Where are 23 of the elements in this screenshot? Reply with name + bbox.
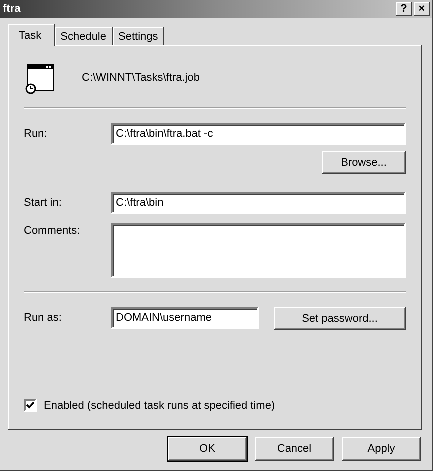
enabled-checkbox[interactable] [24,399,37,412]
enabled-label: Enabled (scheduled task runs at specified time) [44,400,276,412]
tab[interactable]: Schedule [54,27,112,45]
comments-label: Comments: [24,224,82,237]
dialog-button[interactable]: OK [168,437,247,461]
run-field[interactable]: C:\ftra\bin\ftra.bat -c [111,123,406,145]
dialog-button[interactable]: Cancel [255,437,334,461]
dialog-button[interactable]: Apply [342,437,421,461]
window-title: ftra [3,3,22,15]
task-file-path: C:\WINNT\Tasks\ftra.job [82,72,200,84]
set-password-button[interactable]: Set password... [274,307,406,330]
scheduled-task-icon [24,62,56,94]
run-as-label: Run as: [24,311,63,324]
start-in-field[interactable]: C:\ftra\bin [111,192,406,214]
comments-field[interactable] [111,223,406,278]
help-button[interactable]: ? [396,2,412,16]
tab[interactable]: Task [8,24,55,46]
run-as-field[interactable]: DOMAIN\username [111,307,259,329]
browse-button[interactable]: Browse... [322,151,406,174]
start-in-label: Start in: [24,196,63,209]
tab[interactable]: Settings [112,27,164,45]
close-button[interactable]: × [414,2,430,16]
run-label: Run: [24,127,48,140]
